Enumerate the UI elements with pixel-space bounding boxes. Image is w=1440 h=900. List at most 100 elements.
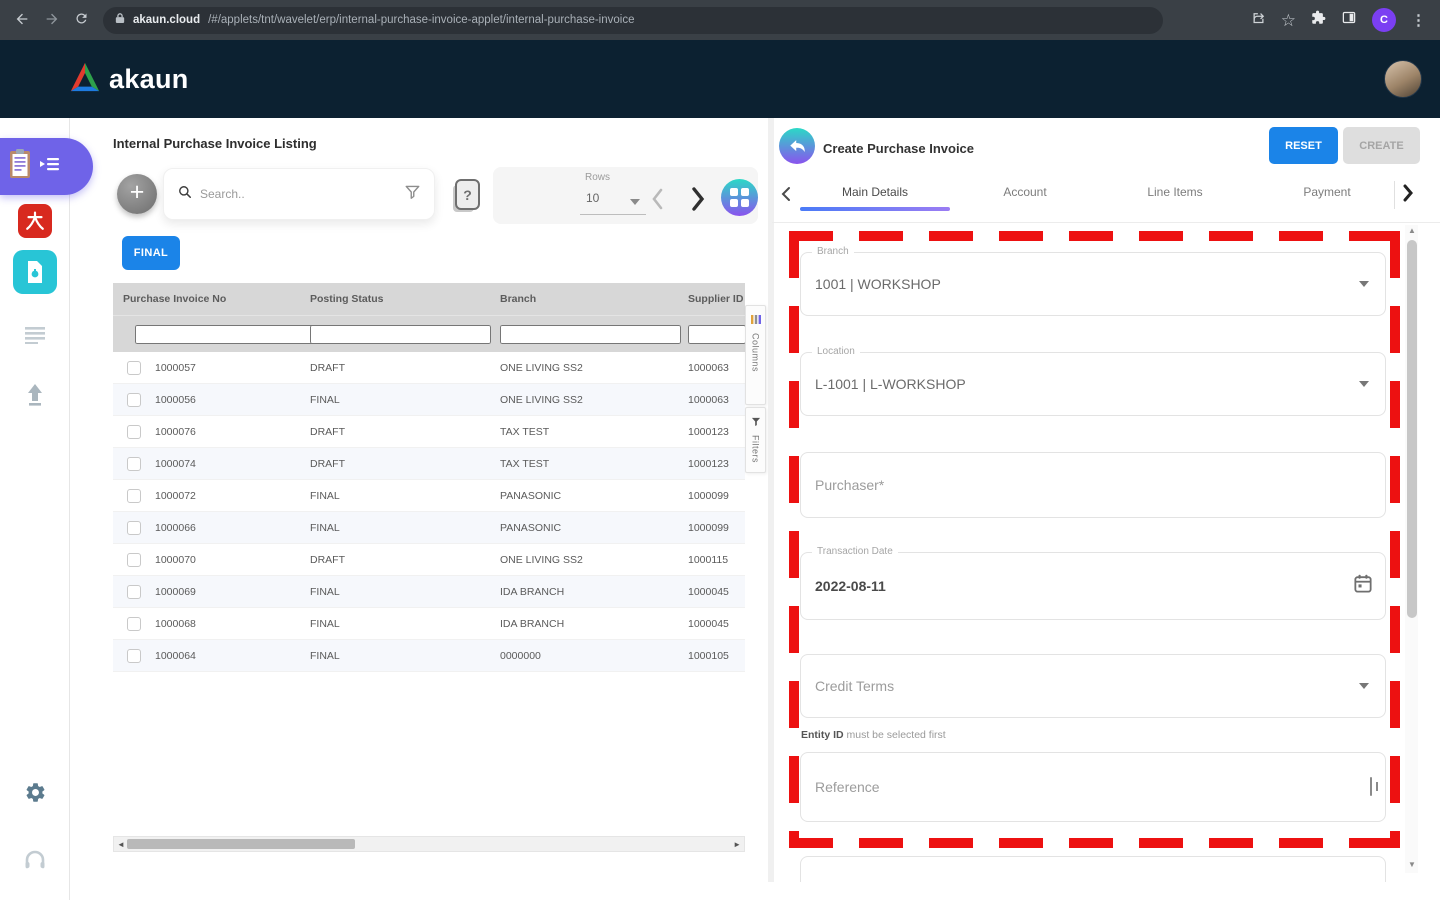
column-filter-input[interactable] [135, 324, 316, 344]
column-header[interactable]: Branch [500, 293, 688, 305]
tab-account[interactable]: Account [1003, 185, 1046, 199]
posting-status-cell: FINAL [310, 617, 340, 630]
tab-main-details[interactable]: Main Details [842, 185, 908, 199]
rows-dropdown-caret-icon[interactable] [630, 199, 640, 205]
scroll-right-arrow-icon[interactable]: ► [733, 840, 741, 849]
forward-icon[interactable] [44, 11, 60, 30]
form-scroll-thumb[interactable] [1406, 240, 1417, 618]
chevron-down-icon[interactable] [1359, 381, 1369, 387]
rows-per-page-value[interactable]: 10 [586, 191, 599, 205]
row-checkbox[interactable] [127, 488, 141, 503]
filters-tab-label: Filters [750, 435, 761, 463]
column-filter-input[interactable] [310, 324, 491, 344]
bookmark-star-icon[interactable]: ☆ [1281, 12, 1296, 29]
sidebar-item-upload[interactable] [0, 384, 70, 408]
sidebar-item-teal-applet[interactable] [0, 250, 70, 294]
calendar-icon[interactable] [1354, 574, 1372, 598]
column-filter-input[interactable] [688, 324, 745, 344]
address-bar[interactable]: akaun.cloud /#/applets/tnt/wavelet/erp/in… [103, 6, 1163, 34]
add-invoice-button[interactable]: + [117, 174, 157, 214]
table-row[interactable]: 1000076 DRAFT TAX TEST 1000123 [113, 416, 745, 448]
table-row[interactable]: 1000074 DRAFT TAX TEST 1000123 [113, 448, 745, 480]
back-button[interactable] [779, 128, 815, 164]
help-card-icon[interactable]: ? [455, 179, 480, 210]
row-checkbox[interactable] [127, 392, 141, 407]
row-checkbox[interactable] [127, 648, 141, 663]
support-headset-icon[interactable] [0, 848, 70, 872]
filters-side-tab[interactable]: Filters [745, 407, 766, 473]
previous-page-button[interactable] [651, 188, 664, 215]
columns-side-tab[interactable]: Columns [745, 305, 766, 405]
tabs-scroll-left-icon[interactable] [781, 186, 791, 207]
user-avatar[interactable] [1384, 60, 1422, 98]
row-checkbox[interactable] [127, 456, 141, 471]
collapse-menu-icon[interactable] [40, 156, 60, 177]
sidebar-item-active-applet[interactable] [0, 138, 93, 195]
column-filter-input[interactable] [500, 324, 681, 344]
table-row[interactable]: 1000064 FINAL 0000000 1000105 [113, 640, 745, 672]
branch-cell: PANASONIC [500, 521, 562, 534]
reference-input[interactable] [801, 753, 1385, 821]
scroll-left-arrow-icon[interactable]: ◄ [117, 840, 125, 849]
branch-value: 1001 | WORKSHOP [815, 276, 941, 292]
browser-profile-avatar[interactable]: C [1372, 8, 1396, 32]
tab-payment[interactable]: Payment [1303, 185, 1350, 199]
horizontal-scrollbar[interactable]: ◄ ► [113, 836, 745, 852]
column-header[interactable]: Purchase Invoice No [113, 293, 310, 305]
table-header-row: Purchase Invoice No Posting Status Branc… [113, 283, 745, 315]
invoice-no-cell: 1000064 [155, 649, 196, 662]
table-row[interactable]: 1000069 FINAL IDA BRANCH 1000045 [113, 576, 745, 608]
chevron-down-icon[interactable] [1359, 683, 1369, 689]
row-checkbox[interactable] [127, 552, 141, 567]
grid-view-button[interactable] [721, 179, 758, 216]
extensions-icon[interactable] [1311, 10, 1326, 30]
reset-button[interactable]: RESET [1269, 127, 1338, 164]
refresh-icon[interactable] [74, 11, 89, 29]
purchaser-field [800, 452, 1386, 518]
sidebar [0, 118, 93, 900]
branch-select[interactable]: Branch 1001 | WORKSHOP [800, 246, 1386, 316]
create-button[interactable]: CREATE [1343, 127, 1420, 164]
row-checkbox[interactable] [127, 360, 141, 375]
table-row[interactable]: 1000072 FINAL PANASONIC 1000099 [113, 480, 745, 512]
filter-funnel-icon[interactable] [405, 185, 420, 204]
kebab-menu-icon[interactable]: ⋮ [1411, 13, 1426, 28]
tabs-scroll-right-icon[interactable] [1402, 184, 1414, 207]
credit-terms-select[interactable] [800, 654, 1386, 718]
posting-status-cell: FINAL [310, 585, 340, 598]
chevron-down-icon[interactable] [1359, 281, 1369, 287]
column-header[interactable]: Posting Status [310, 293, 500, 305]
row-checkbox[interactable] [127, 520, 141, 535]
final-filter-button[interactable]: FINAL [122, 236, 180, 270]
table-row[interactable]: 1000057 DRAFT ONE LIVING SS2 1000063 [113, 352, 745, 384]
share-icon[interactable] [1251, 10, 1266, 30]
table-row[interactable]: 1000066 FINAL PANASONIC 1000099 [113, 512, 745, 544]
sidebar-item-list[interactable] [0, 326, 70, 344]
side-panel-icon[interactable] [1341, 10, 1357, 30]
sidebar-item-red-applet[interactable] [0, 204, 70, 238]
search-input[interactable] [200, 187, 397, 201]
horizontal-scroll-thumb[interactable] [127, 839, 355, 849]
row-checkbox[interactable] [127, 584, 141, 599]
location-value: L-1001 | L-WORKSHOP [815, 376, 966, 392]
location-select[interactable]: Location L-1001 | L-WORKSHOP [800, 346, 1386, 416]
table-row[interactable]: 1000070 DRAFT ONE LIVING SS2 1000115 [113, 544, 745, 576]
table-row[interactable]: 1000056 FINAL ONE LIVING SS2 1000063 [113, 384, 745, 416]
settings-gear-icon[interactable] [0, 781, 70, 804]
scroll-up-arrow-icon[interactable]: ▲ [1406, 226, 1418, 235]
reference-scan-icon[interactable] [1370, 777, 1372, 796]
back-icon[interactable] [14, 11, 30, 30]
tab-line-items[interactable]: Line Items [1147, 185, 1202, 199]
scroll-down-arrow-icon[interactable]: ▼ [1406, 860, 1418, 869]
posting-status-cell: DRAFT [310, 425, 345, 438]
credit-terms-input[interactable] [801, 655, 1385, 717]
listing-title: Internal Purchase Invoice Listing [113, 136, 317, 151]
purchaser-input[interactable] [801, 453, 1385, 517]
next-page-button[interactable] [690, 186, 705, 217]
column-header[interactable]: Supplier ID [688, 293, 745, 305]
table-row[interactable]: 1000068 FINAL IDA BRANCH 1000045 [113, 608, 745, 640]
row-checkbox[interactable] [127, 616, 141, 631]
row-checkbox[interactable] [127, 424, 141, 439]
annotation-rectangle-top [789, 231, 1400, 241]
transaction-date-input[interactable] [801, 553, 1385, 619]
